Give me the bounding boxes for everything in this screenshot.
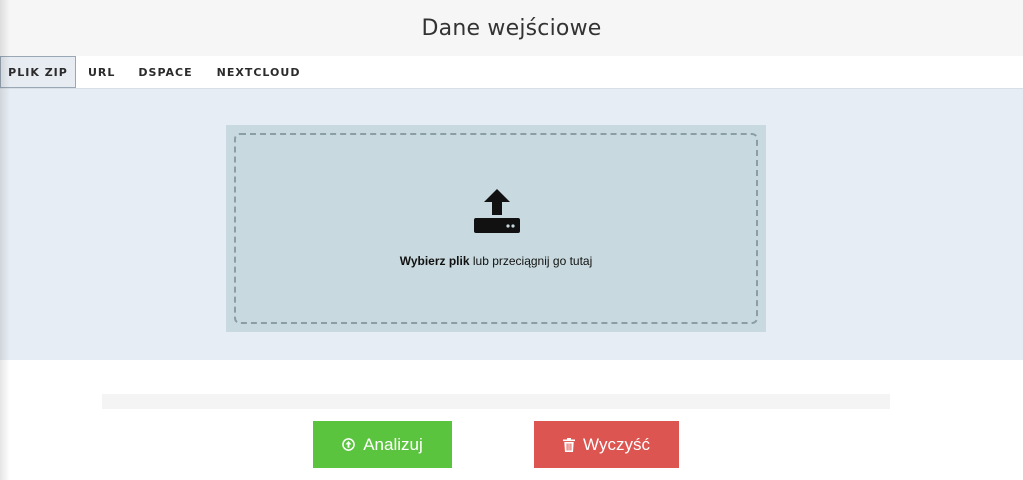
drag-hint: lub przeciągnij go tutaj <box>469 254 593 268</box>
tab-plik-zip[interactable]: PLIK ZIP <box>0 56 76 88</box>
upload-panel: Wybierz plik lub przeciągnij go tutaj <box>0 89 1023 360</box>
upload-icon <box>474 189 520 233</box>
file-dropzone[interactable]: Wybierz plik lub przeciągnij go tutaj <box>226 125 766 332</box>
page-edge-shadow <box>0 0 10 480</box>
upload-progress-bar <box>102 394 890 409</box>
trash-icon <box>563 437 576 452</box>
analyze-button[interactable]: Analizuj <box>313 421 452 468</box>
tab-dspace[interactable]: DSPACE <box>127 56 204 88</box>
input-source-tabs: PLIK ZIP URL DSPACE NEXTCLOUD <box>0 56 1023 89</box>
tab-nextcloud[interactable]: NEXTCLOUD <box>205 56 313 88</box>
choose-file-link[interactable]: Wybierz plik <box>400 254 470 268</box>
analyze-label: Analizuj <box>363 434 423 454</box>
dropzone-border: Wybierz plik lub przeciągnij go tutaj <box>234 133 758 324</box>
clear-button[interactable]: Wyczyść <box>534 421 679 468</box>
clear-label: Wyczyść <box>583 434 650 454</box>
dropzone-instructions: Wybierz plik lub przeciągnij go tutaj <box>236 254 756 268</box>
tab-url[interactable]: URL <box>76 56 127 88</box>
page-header: Dane wejściowe <box>0 0 1023 56</box>
arrow-up-circle-icon <box>342 438 356 451</box>
page-title: Dane wejściowe <box>421 15 602 41</box>
